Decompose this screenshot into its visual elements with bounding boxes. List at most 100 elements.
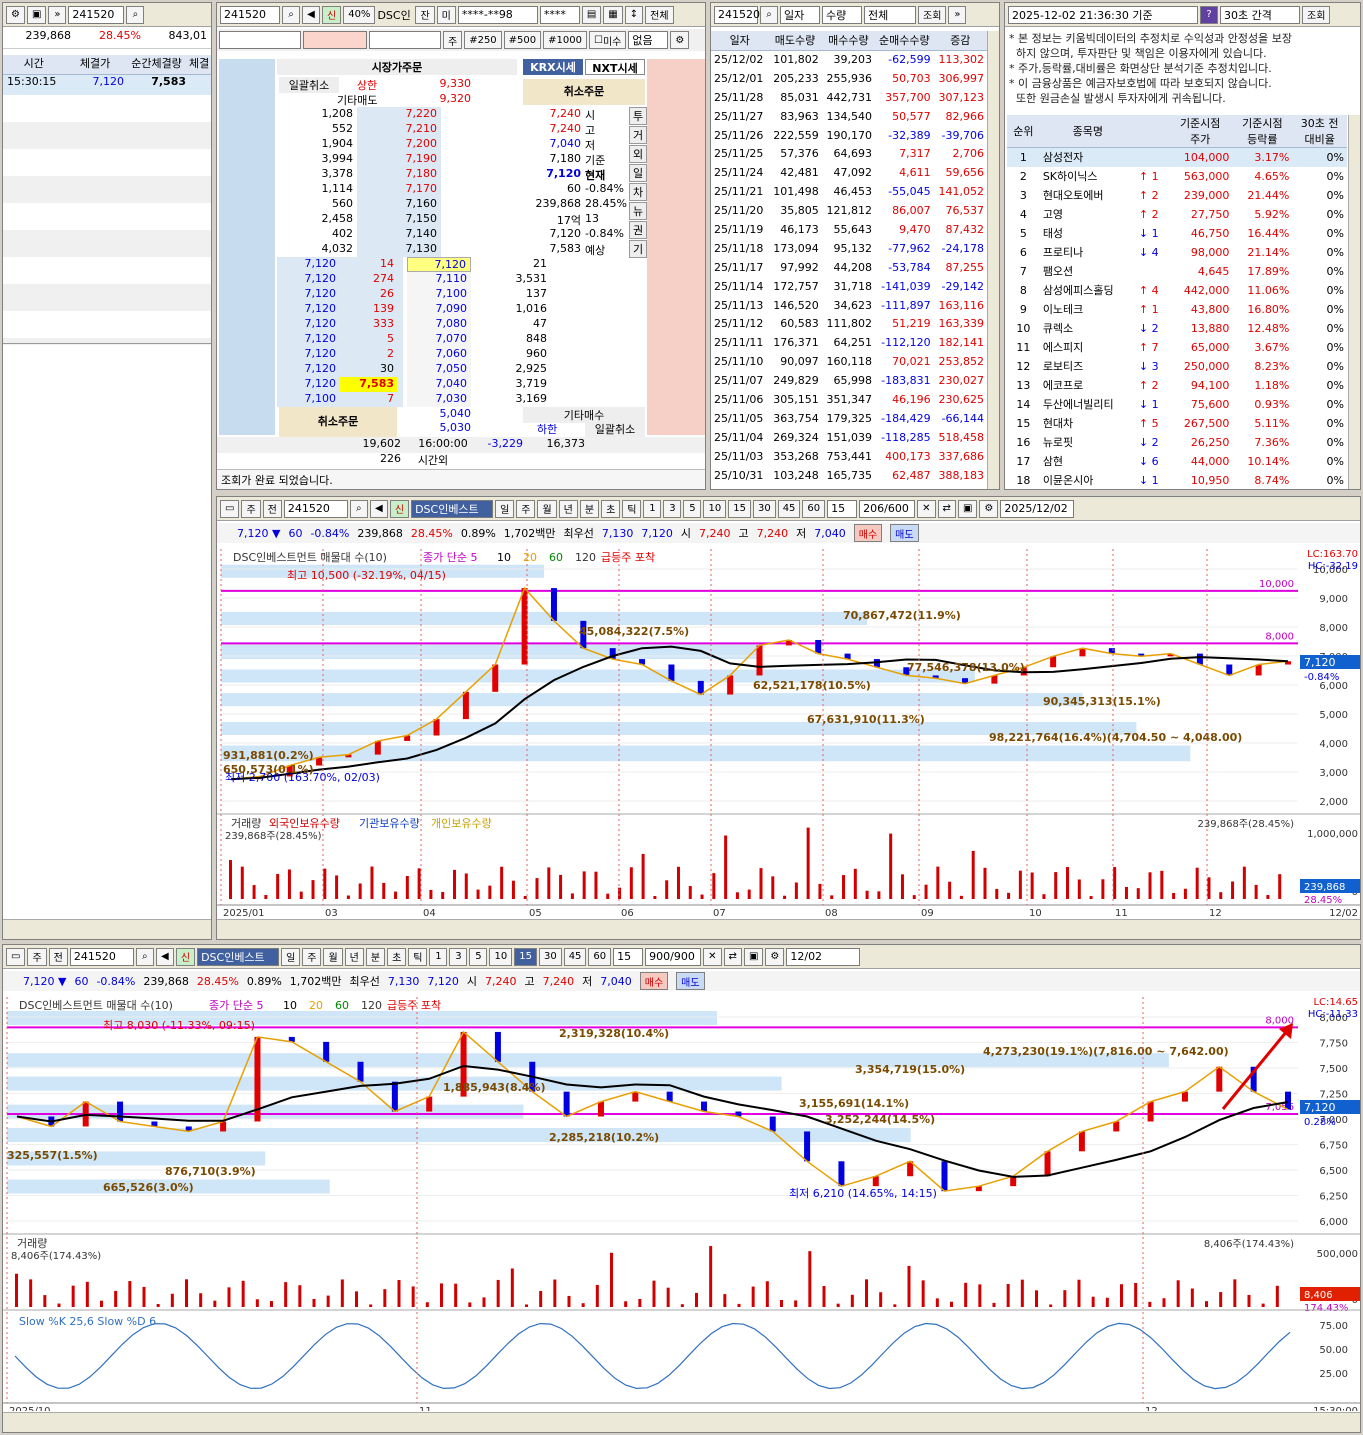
qty-250[interactable]: #250 [464,31,502,49]
col-header[interactable]: 매수수량 [821,31,876,51]
chart-scrollbar[interactable] [217,919,1360,939]
count-field[interactable]: 206/600 [859,499,916,518]
nxt-tab[interactable]: NXT시세 [585,59,645,75]
table-row[interactable]: 25/11/13 146,520 34,623 -111,897 163,116 [711,296,987,315]
layout-icon[interactable]: ▭ [220,499,240,518]
interval-button[interactable]: 5 [683,499,702,518]
expand-icon[interactable]: » [948,5,967,24]
side-tab[interactable]: 일 [629,164,647,182]
ranking-row[interactable]: 16 뉴로핏 ↓ 2 26,250 7.36% 0% [1007,433,1347,452]
gear-icon[interactable]: ⚙ [765,947,785,966]
all-button[interactable]: 전체 [645,5,674,24]
query-button[interactable]: 조회 [1302,5,1331,24]
ranking-row[interactable]: 2 SK하이닉스 ↑ 1 563,000 4.65% 0% [1007,167,1347,186]
v-scrollbar[interactable] [987,31,999,489]
cross-icon[interactable]: ✕ [703,947,722,966]
interval-button[interactable]: 10 [489,947,513,966]
buy-button[interactable]: 매수 [639,972,669,990]
ask-row[interactable]: 402 7,140 [277,227,517,242]
table-row[interactable]: 25/11/24 42,481 47,092 4,611 59,656 [711,163,987,182]
save-icon[interactable]: ▣ [743,947,764,966]
expand-icon[interactable]: » [48,5,67,24]
stock-type-button[interactable]: 주 [27,947,47,966]
code-input[interactable]: 241520 [714,5,760,24]
cancel-all-bottom[interactable]: 일괄취소 [585,421,645,437]
type-select[interactable]: 전체 [864,5,916,24]
h-scrollbar[interactable] [3,919,211,939]
interval-button[interactable]: 10 [703,499,727,518]
cross-icon[interactable]: ✕ [917,499,936,518]
interval-button[interactable]: 1 [429,947,448,966]
ranking-row[interactable]: 15 현대차 ↑ 5 267,500 5.11% 0% [1007,414,1347,433]
speaker-icon[interactable]: ◀ [369,499,388,518]
speaker-icon[interactable]: ◀ [302,5,320,24]
side-tab[interactable]: 투 [629,107,647,125]
col-header[interactable]: 기준시점 등락률 [1232,115,1293,148]
ranking-row[interactable]: 9 이노테크 ↑ 1 43,800 16.80% 0% [1007,300,1347,319]
sell-side-col[interactable] [219,59,275,435]
table-row[interactable]: 25/11/10 90,097 160,118 70,021 253,852 [711,352,987,371]
cancel-order-top[interactable]: 취소주문 [523,79,645,105]
table-row[interactable]: 25/11/12 60,583 111,802 51,219 163,339 [711,314,987,333]
table-row[interactable]: 25/11/27 83,963 134,540 50,577 82,966 [711,107,987,126]
ranking-row[interactable]: 8 삼성에피스홀딩 ↑ 4 442,000 11.06% 0% [1007,281,1347,300]
bid-row[interactable]: 7,050 2,925 [407,362,645,377]
ask-row[interactable]: 3,378 7,180 [277,167,517,182]
col-header[interactable]: 일자 [711,31,769,51]
qty-500[interactable]: #500 [503,31,542,49]
table-row[interactable]: 25/11/03 353,268 753,441 400,173 337,686 [711,447,987,466]
col-header[interactable]: 순매수수량 [875,31,934,51]
pct-button[interactable]: 40% [343,5,376,24]
gear-icon[interactable]: ⚙ [670,31,690,49]
table-row[interactable]: 25/10/30411,52585,829-325,696235,650 [711,484,987,489]
code-input[interactable]: 241520 [220,5,280,24]
unfilled-button[interactable]: 미 [436,5,456,24]
tick-row[interactable]: 15:30:15 7,120 7,583 [3,75,211,95]
interval-button[interactable]: 30 [752,499,776,518]
ranking-row[interactable]: 6 프로티나 ↓ 4 98,000 21.14% 0% [1007,243,1347,262]
interval-button[interactable]: 60 [802,499,826,518]
interval-button[interactable]: 3 [663,499,682,518]
ask-row[interactable]: 3,994 7,190 [277,152,517,167]
table-row[interactable]: 25/11/05 363,754 179,325 -184,429 -66,144 [711,409,987,428]
interval-button[interactable]: 15 [514,947,537,966]
ranking-row[interactable]: 1 삼성전자 104,000 3.17% 0% [1007,147,1347,167]
side-tab[interactable]: 차 [629,183,647,201]
speaker-icon[interactable]: ◀ [155,947,174,966]
col-header[interactable]: 매도수량 [768,31,822,51]
interval-button[interactable]: 60 [588,947,612,966]
bid-row[interactable]: 7,110 3,531 [407,272,645,287]
compare-icon[interactable]: ⇄ [937,499,956,518]
qty-1000[interactable]: #1000 [543,31,587,49]
layout-icon[interactable]: ▭ [6,947,26,966]
side-tab[interactable]: 외 [629,145,647,163]
ask-row[interactable]: 1,208 7,220 [277,107,517,122]
ranking-row[interactable]: 10 큐렉소 ↓ 2 13,880 12.48% 0% [1007,319,1347,338]
col-header[interactable]: 증감 [933,31,987,51]
prev-button[interactable]: 전 [48,947,68,966]
table-row[interactable]: 25/12/02 101,802 39,203 -62,599 113,302 [711,50,987,69]
minute-chart[interactable]: 8,0007,7507,5007,2507,0006,7506,5006,250… [3,993,1361,1411]
order-icon[interactable]: ▤ [581,5,602,24]
amount-input[interactable] [369,31,441,49]
ranking-row[interactable]: 14 두산에너빌리티 ↓ 1 75,600 0.93% 0% [1007,395,1347,414]
code-input[interactable]: 241520 [69,947,134,966]
krx-tab[interactable]: KRX시세 [523,59,583,75]
count-field[interactable]: 900/900 [645,947,702,966]
save-icon[interactable]: ▣ [26,5,47,24]
table-row[interactable]: 25/10/31 103,248 165,735 62,487 388,183 [711,466,987,485]
table-row[interactable]: 25/11/21 101,498 46,453 -55,045 141,052 [711,182,987,201]
bid-row[interactable]: 7,070 848 [407,332,645,347]
gear-icon[interactable]: ⚙ [979,499,999,518]
account-input[interactable]: ****-**98 [457,5,538,24]
period-button[interactable]: 년 [558,499,578,518]
search-icon[interactable]: ⌕ [349,499,368,518]
table-row[interactable]: 25/11/11 176,371 64,251 -112,120 182,141 [711,333,987,352]
qty-input[interactable] [219,31,301,49]
col-header[interactable]: 종목명 [1039,115,1136,148]
save-icon[interactable]: ▣ [957,499,978,518]
daily-chart[interactable]: 10,0009,0008,0007,0006,0005,0004,0003,00… [217,545,1361,917]
search-icon[interactable]: ⌕ [282,5,300,24]
bid-row[interactable]: 7,060 960 [407,347,645,362]
query-button[interactable]: 조회 [918,5,947,24]
